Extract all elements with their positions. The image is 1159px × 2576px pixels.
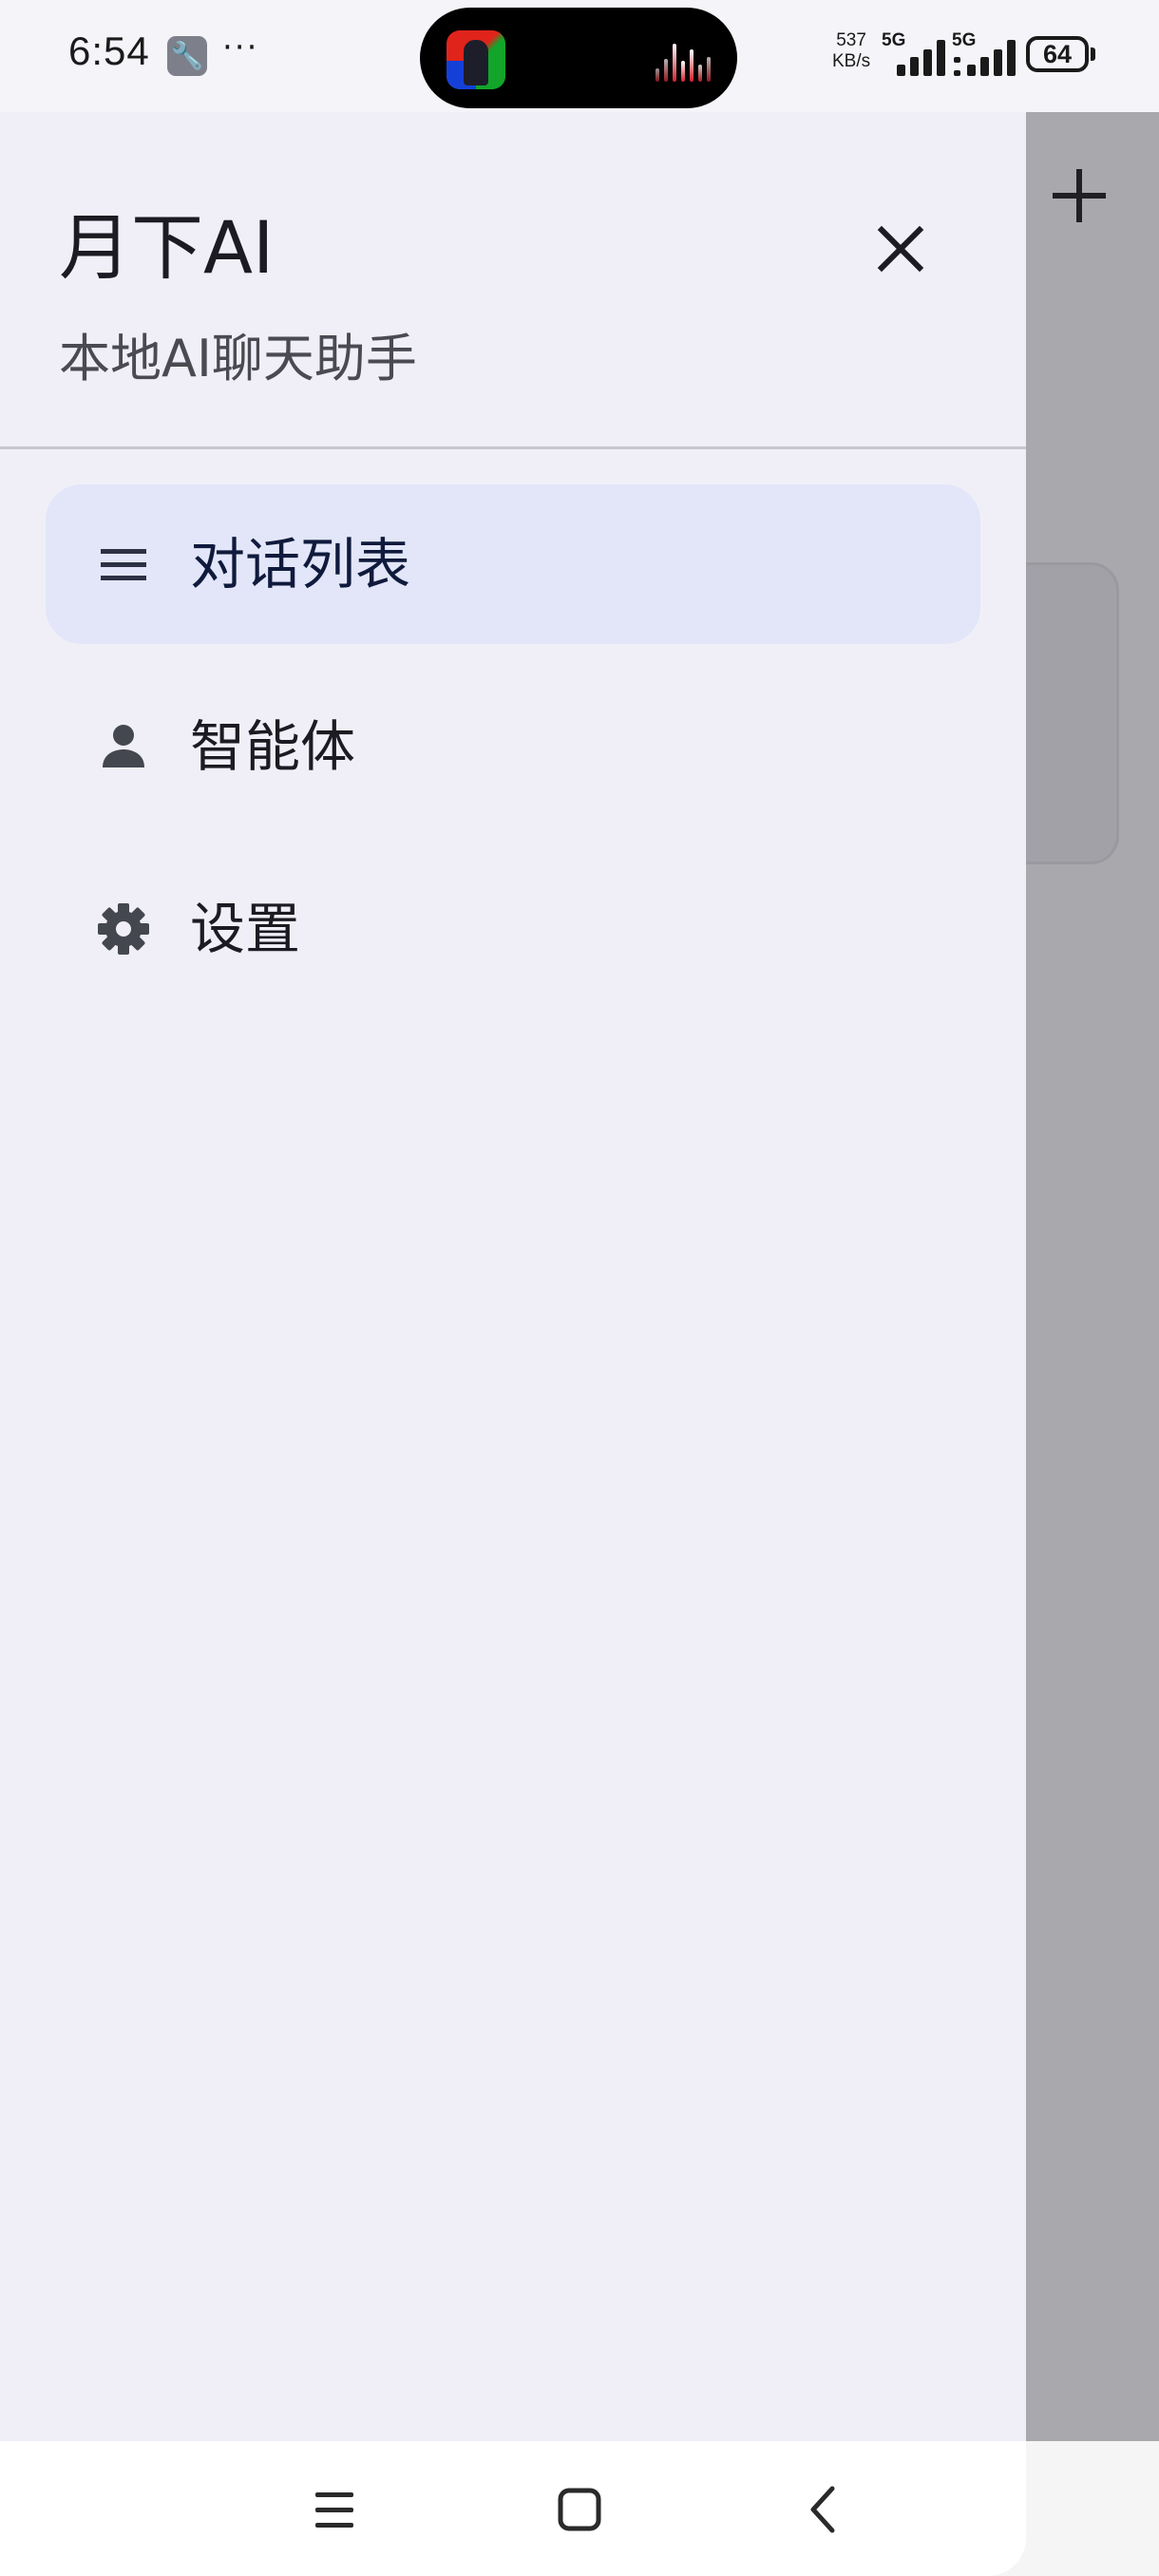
plus-icon[interactable] bbox=[1053, 169, 1106, 222]
nav-item-label: 智能体 bbox=[190, 714, 356, 779]
system-nav-bar bbox=[0, 2441, 1159, 2576]
battery-icon: 64 bbox=[1026, 36, 1089, 72]
navigation-drawer: 月下AI 本地AI聊天助手 对话列表 智能体 设置 bbox=[0, 112, 1026, 2576]
home-button[interactable] bbox=[549, 2479, 610, 2540]
status-bar: 6:54 🔧 ··· 537 KB/s 5G 5G 64 bbox=[0, 0, 1159, 112]
network-speed-unit: KB/s bbox=[832, 51, 871, 71]
battery-nub bbox=[1091, 47, 1095, 61]
recents-button[interactable] bbox=[304, 2479, 365, 2540]
gear-icon bbox=[93, 899, 154, 959]
network-speed: 537 KB/s bbox=[832, 30, 870, 72]
app-title: 月下AI bbox=[59, 205, 275, 290]
dynamic-island[interactable] bbox=[420, 8, 737, 108]
app-subtitle: 本地AI聊天助手 bbox=[59, 329, 417, 388]
menu-icon bbox=[93, 534, 154, 595]
recents-icon bbox=[315, 2492, 353, 2528]
back-icon bbox=[810, 2486, 835, 2533]
audio-wave-icon bbox=[656, 44, 712, 82]
nav-item-label: 设置 bbox=[190, 897, 301, 961]
drawer-header: 月下AI 本地AI聊天助手 bbox=[0, 112, 1026, 446]
wrench-icon: 🔧 bbox=[167, 36, 207, 76]
nav-item-agents[interactable]: 智能体 bbox=[46, 667, 980, 826]
close-icon bbox=[877, 225, 924, 273]
media-avatar-icon bbox=[446, 30, 505, 89]
nav-item-label: 对话列表 bbox=[190, 532, 411, 597]
header-divider bbox=[0, 446, 1026, 449]
nav-item-settings[interactable]: 设置 bbox=[46, 849, 980, 1009]
sim2-label: 5G bbox=[952, 30, 977, 50]
status-time: 6:54 bbox=[68, 28, 150, 73]
sim1-label: 5G bbox=[882, 30, 906, 50]
close-button[interactable] bbox=[855, 203, 946, 294]
nav-bar-surface bbox=[0, 2441, 1026, 2576]
more-notifications-icon: ··· bbox=[222, 28, 259, 66]
person-icon bbox=[93, 716, 154, 777]
signal-sim1-icon: 5G bbox=[882, 30, 948, 76]
network-speed-value: 537 bbox=[836, 30, 866, 50]
home-icon bbox=[558, 2488, 601, 2531]
back-button[interactable] bbox=[794, 2479, 855, 2540]
nav-item-conversations[interactable]: 对话列表 bbox=[46, 484, 980, 644]
signal-sim2-icon: 5G bbox=[952, 30, 1018, 76]
